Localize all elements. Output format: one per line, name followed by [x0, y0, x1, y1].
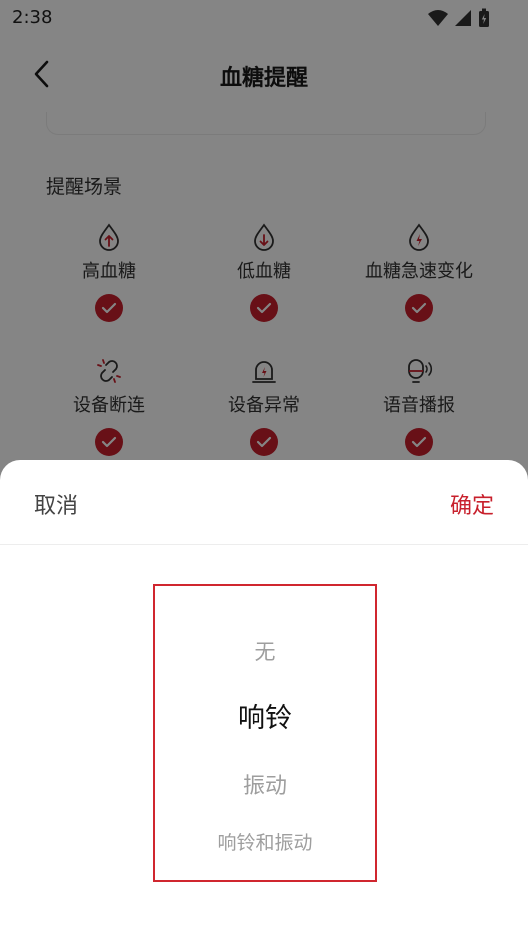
picker-option[interactable]: 无	[155, 636, 375, 666]
sheet-header: 取消 确定	[0, 460, 528, 545]
picker-option[interactable]: 振动	[155, 768, 375, 800]
bottom-sheet: 取消 确定 无 响铃 振动 响铃和振动	[0, 460, 528, 938]
option-picker[interactable]: 无 响铃 振动 响铃和振动	[153, 584, 377, 882]
picker-option[interactable]: 响铃和振动	[155, 828, 375, 855]
picker-option-selected[interactable]: 响铃	[155, 696, 375, 735]
cancel-button[interactable]: 取消	[34, 488, 78, 520]
confirm-button[interactable]: 确定	[450, 488, 494, 520]
